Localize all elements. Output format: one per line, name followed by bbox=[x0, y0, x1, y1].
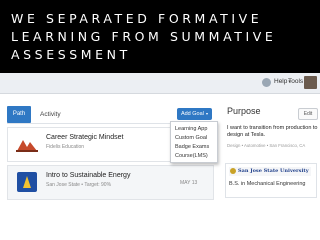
top-bar: Help▾ Tools▾ bbox=[0, 73, 320, 94]
app-screenshot: Help▾ Tools▾ Path Activity Add Goal ▾ Le… bbox=[0, 73, 320, 240]
menu-item-custom-goal[interactable]: Custom Goal bbox=[171, 133, 217, 142]
menu-item-badge-exams[interactable]: Badge Exams bbox=[171, 142, 217, 151]
add-goal-button[interactable]: Add Goal ▾ bbox=[176, 108, 212, 120]
tab-activity[interactable]: Activity bbox=[40, 111, 61, 118]
edit-button[interactable]: Edit bbox=[298, 108, 318, 120]
menu-item-course-lms[interactable]: Course(LMS) bbox=[171, 151, 217, 160]
goal-subtitle: San Jose State • Target: 90% bbox=[46, 182, 112, 188]
headline-line-3: ASSESSMENT bbox=[11, 47, 131, 62]
goal-card[interactable]: Intro to Sustainable Energy San Jose Sta… bbox=[7, 165, 214, 200]
menu-item-learning-app[interactable]: Learning App bbox=[171, 124, 217, 133]
tab-path[interactable]: Path bbox=[7, 106, 31, 123]
university-banner: San Jose State University bbox=[229, 167, 311, 176]
degree-card[interactable]: San Jose State University B.S. in Mechan… bbox=[225, 163, 317, 198]
avatar[interactable] bbox=[304, 76, 317, 89]
headline-line-1: WE SEPARATED FORMATIVE bbox=[11, 11, 263, 26]
chevron-down-icon: ▾ bbox=[204, 111, 208, 116]
add-goal-menu: Learning App Custom Goal Badge Exams Cou… bbox=[170, 121, 218, 163]
degree-name: B.S. in Mechanical Engineering bbox=[229, 181, 306, 187]
goal-date: MAY 13 bbox=[180, 180, 198, 186]
purpose-text: I want to transition from production to … bbox=[227, 125, 318, 138]
headline-line-2: LEARNING FROM SUMMATIVE bbox=[11, 29, 277, 44]
slide-headline: WE SEPARATED FORMATIVE LEARNING FROM SUM… bbox=[11, 10, 311, 64]
goal-subtitle: Fidelis Education bbox=[46, 144, 85, 150]
purpose-meta: Design • Automotive • San Francisco, CA bbox=[227, 143, 306, 148]
globe-icon[interactable] bbox=[262, 78, 271, 87]
university-seal-icon bbox=[230, 167, 236, 174]
goal-title: Career Strategic Mindset bbox=[46, 134, 124, 141]
sjsu-logo bbox=[17, 172, 37, 192]
goal-title: Intro to Sustainable Energy bbox=[46, 172, 131, 179]
fidelis-logo bbox=[16, 140, 38, 152]
purpose-heading: Purpose bbox=[227, 106, 261, 116]
